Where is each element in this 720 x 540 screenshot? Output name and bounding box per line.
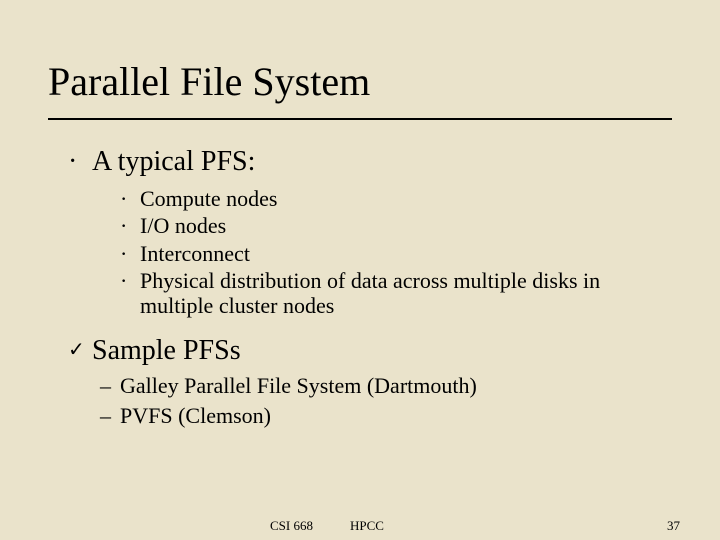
bullet-level2-text: Interconnect xyxy=(140,241,250,266)
dash-icon: – xyxy=(100,373,120,399)
slide-content: · A typical PFS: · Compute nodes · I/O n… xyxy=(48,146,672,434)
bullet-level2-text: I/O nodes xyxy=(140,213,226,238)
bullet-level2-text: Compute nodes xyxy=(140,186,278,211)
footer-page-number: 37 xyxy=(667,518,680,534)
dot-icon: · xyxy=(68,146,92,178)
dash-icon: – xyxy=(100,403,120,429)
check-icon: ✓ xyxy=(68,339,92,371)
bullet-level2: · Compute nodes xyxy=(120,186,672,211)
dot-icon: · xyxy=(120,268,140,319)
slide: Parallel File System · A typical PFS: · … xyxy=(0,0,720,540)
dot-icon: · xyxy=(120,213,140,238)
bullet-level1: · A typical PFS: xyxy=(68,146,672,178)
footer-topic: HPCC xyxy=(350,518,384,534)
bullet-level2: · I/O nodes xyxy=(120,213,672,238)
bullet-dash-text: Galley Parallel File System (Dartmouth) xyxy=(120,373,477,399)
bullet-level2: · Interconnect xyxy=(120,241,672,266)
slide-title: Parallel File System xyxy=(48,58,370,105)
bullet-level1-text: A typical PFS: xyxy=(92,146,255,178)
dot-icon: · xyxy=(120,186,140,211)
bullet-dash-text: PVFS (Clemson) xyxy=(120,403,271,429)
bullet-check: ✓ Sample PFSs xyxy=(68,335,672,367)
bullet-check-text: Sample PFSs xyxy=(92,335,241,367)
title-underline xyxy=(48,118,672,120)
bullet-dash: – PVFS (Clemson) xyxy=(100,403,672,429)
bullet-level2: · Physical distribution of data across m… xyxy=(120,268,672,319)
bullet-level2-text: Physical distribution of data across mul… xyxy=(140,268,672,319)
footer-course: CSI 668 xyxy=(270,518,313,534)
dot-icon: · xyxy=(120,241,140,266)
bullet-dash: – Galley Parallel File System (Dartmouth… xyxy=(100,373,672,399)
